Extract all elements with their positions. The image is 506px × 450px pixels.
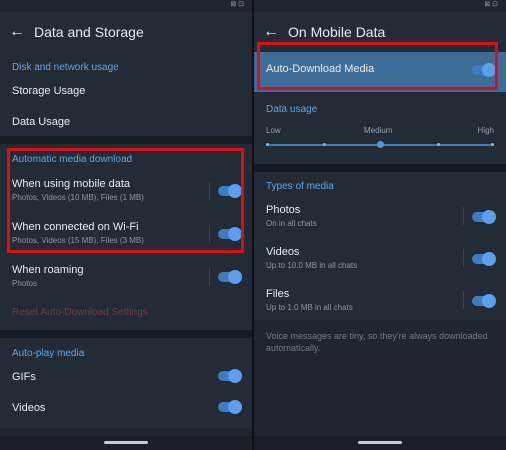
toggle-switch-icon[interactable] [218, 369, 242, 383]
slider-thumb[interactable] [377, 141, 384, 148]
slider-label-high: High [477, 126, 494, 135]
data-usage-item[interactable]: Data Usage [0, 116, 70, 128]
slider-stop [491, 143, 494, 146]
toggle-switch-icon[interactable] [218, 270, 242, 284]
section-header: Disk and network usage [12, 62, 119, 73]
auto-play-section: Auto-play media GIFs Videos [0, 338, 252, 428]
on-mobile-data-panel: ⊠ ⊡ ← On Mobile Data Auto-Download Media… [254, 0, 506, 450]
highlight-box [7, 148, 244, 253]
navigation-bar [0, 436, 252, 450]
separator [209, 268, 210, 286]
highlight-box [257, 42, 498, 90]
slider-label-medium: Medium [364, 126, 393, 135]
item-title: Photos [266, 204, 301, 216]
back-arrow-icon[interactable]: ← [254, 23, 288, 41]
separator [463, 249, 464, 267]
separator [463, 291, 464, 309]
disk-network-section: Disk and network usage Storage Usage Dat… [0, 52, 252, 136]
navigation-bar [254, 436, 506, 450]
voice-message-note: Voice messages are tiny, so they're alwa… [266, 331, 488, 353]
item-subtitle: On in all chats [266, 219, 317, 228]
back-arrow-icon[interactable]: ← [0, 23, 34, 41]
reset-auto-download-button[interactable]: Reset Auto-Download Settings [0, 307, 148, 318]
status-bar: ⊠ ⊡ [0, 0, 252, 10]
page-title: Data and Storage [34, 24, 144, 40]
section-divider [0, 330, 252, 338]
item-subtitle: Up to 10.0 MB in all chats [266, 261, 358, 270]
slider-stop [437, 143, 440, 146]
toggle-switch-icon[interactable] [472, 252, 496, 266]
files-item[interactable]: Files Up to 1.0 MB in all chats [254, 288, 506, 318]
gifs-item[interactable]: GIFs [0, 371, 36, 383]
data-and-storage-panel: ⊠ ⊡ ← Data and Storage Disk and network … [0, 0, 252, 450]
toggle-switch-icon[interactable] [472, 294, 496, 308]
data-usage-slider[interactable] [266, 141, 494, 148]
section-divider [254, 164, 506, 172]
item-title: Videos [266, 246, 300, 258]
home-indicator[interactable] [358, 441, 402, 444]
toggle-switch-icon[interactable] [472, 210, 496, 224]
photos-item[interactable]: Photos On in all chats [254, 204, 506, 234]
videos-item[interactable]: Videos Up to 10.0 MB in all chats [254, 246, 506, 276]
page-title: On Mobile Data [288, 24, 386, 40]
slider-label-low: Low [266, 126, 281, 135]
item-title: Files [266, 288, 290, 300]
app-bar: ← Data and Storage [0, 12, 252, 52]
item-subtitle: Photos [12, 279, 37, 288]
toggle-switch-icon[interactable] [218, 400, 242, 414]
separator [463, 207, 464, 225]
section-header: Auto-play media [12, 348, 85, 359]
slider-stop [266, 143, 269, 146]
slider-stop [323, 143, 326, 146]
item-title: When roaming [12, 264, 84, 276]
status-icons: ⊠ ⊡ [484, 1, 498, 8]
item-subtitle: Up to 1.0 MB in all chats [266, 303, 353, 312]
status-icons: ⊠ ⊡ [230, 1, 244, 8]
types-of-media-section: Types of media Photos On in all chats Vi… [254, 172, 506, 320]
videos-item[interactable]: Videos [0, 402, 45, 414]
section-header: Data usage [266, 104, 318, 115]
section-header: Types of media [266, 181, 334, 192]
status-bar: ⊠ ⊡ [254, 0, 506, 10]
section-divider [0, 136, 252, 144]
storage-usage-item[interactable]: Storage Usage [0, 85, 85, 97]
home-indicator[interactable] [104, 441, 148, 444]
roaming-item[interactable]: When roaming Photos [0, 264, 252, 298]
